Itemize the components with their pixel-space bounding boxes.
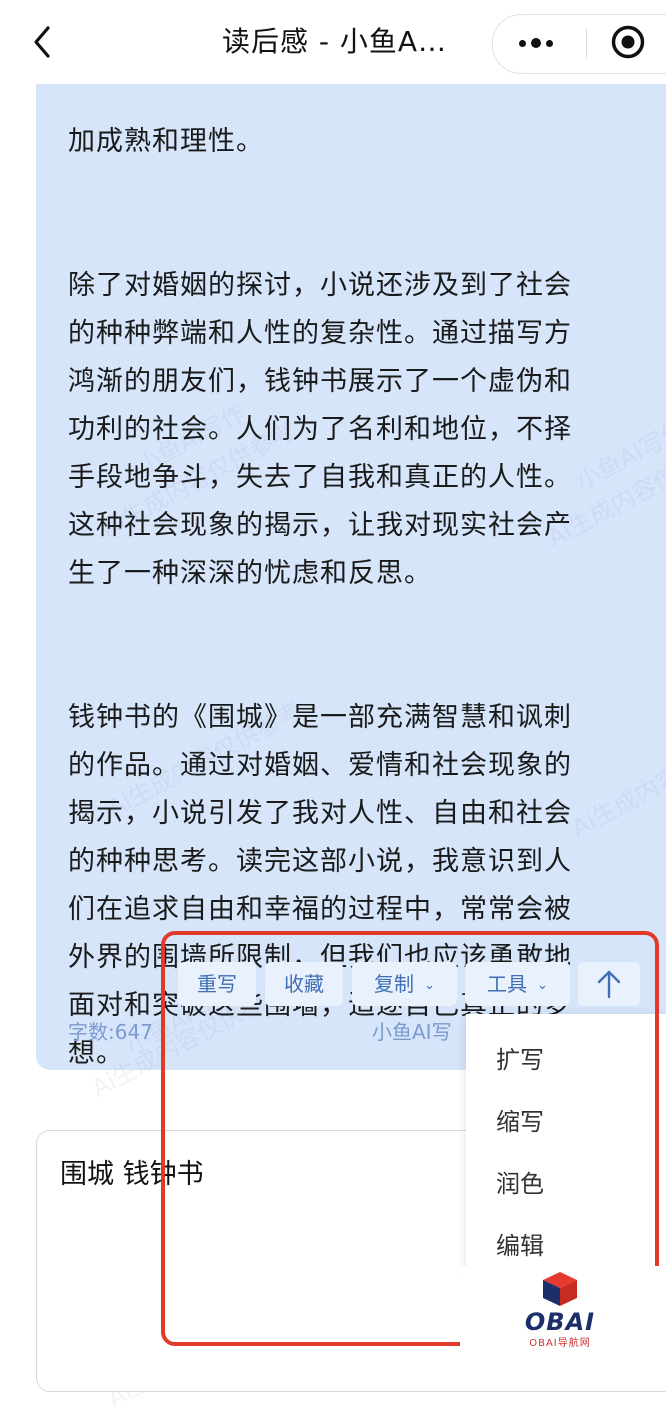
tools-label: 工具 [487, 972, 528, 996]
logo-text: OBAI [524, 1308, 596, 1336]
chevron-down-icon: ⌄ [424, 978, 435, 993]
more-dots-icon[interactable] [507, 18, 565, 68]
article-paragraph: 加成熟和理性。 [68, 126, 264, 157]
copy-label: 复制 [374, 972, 415, 996]
tools-dropdown-menu: 扩写 缩写 润色 编辑 [466, 1014, 666, 1274]
arrow-up-icon [597, 970, 621, 999]
tools-dropdown-button[interactable]: 工具 ⌄ [465, 962, 570, 1006]
capsule-divider [586, 28, 587, 58]
topic-input-value[interactable]: 围城 钱钟书 [60, 1152, 204, 1191]
brand-label: 小鱼AI写 [372, 1020, 452, 1044]
cube-logo-icon [543, 1272, 577, 1306]
rewrite-button[interactable]: 重写 [178, 962, 256, 1006]
menu-item-condense[interactable]: 缩写 [496, 1102, 544, 1142]
back-arrow-icon[interactable] [28, 24, 58, 60]
copy-dropdown-button[interactable]: 复制 ⌄ [352, 962, 457, 1006]
menu-item-edit[interactable]: 编辑 [496, 1226, 544, 1266]
close-target-icon[interactable] [610, 24, 646, 60]
page-title: 读后感 - 小鱼A… [222, 25, 448, 58]
chevron-down-icon: ⌄ [537, 978, 548, 993]
site-logo: OBAI OBAI导航网 [510, 1270, 610, 1350]
article-paragraph: 除了对婚姻的探讨，小说还涉及到了社会 的种种弊端和人性的复杂性。通过描写方 鸿渐… [68, 270, 572, 589]
word-count: 字数:647 [68, 1020, 153, 1044]
rewrite-label: 重写 [197, 972, 237, 996]
favorite-button[interactable]: 收藏 [265, 962, 343, 1006]
logo-subtext: OBAI导航网 [529, 1338, 591, 1349]
favorite-label: 收藏 [284, 972, 324, 996]
navigation-bar: 读后感 - 小鱼A… [0, 0, 666, 84]
menu-item-polish[interactable]: 润色 [496, 1164, 544, 1204]
scroll-top-button[interactable] [578, 962, 640, 1006]
menu-item-expand[interactable]: 扩写 [496, 1040, 544, 1080]
